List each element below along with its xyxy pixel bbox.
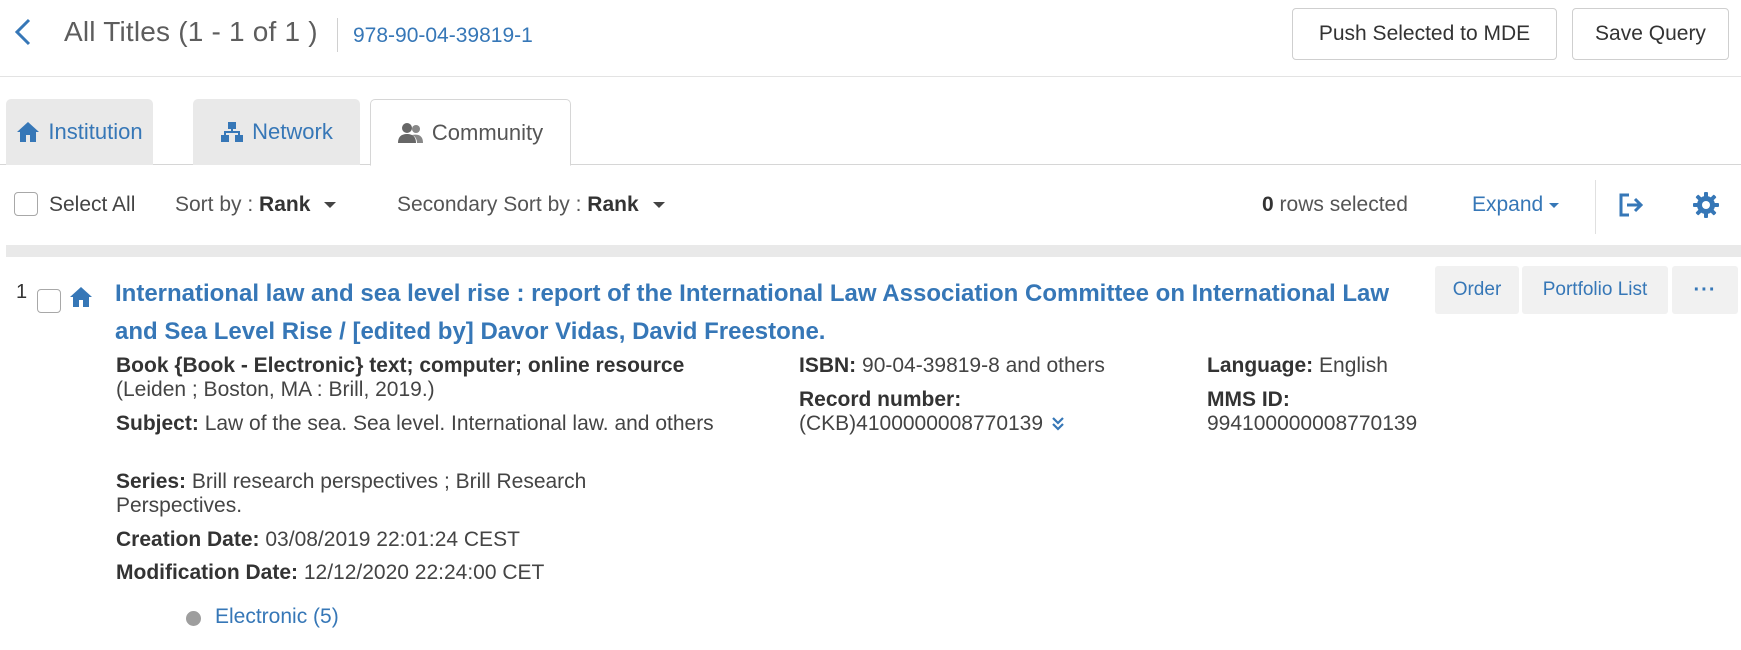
chevron-down-icon	[652, 202, 665, 209]
secondary-sort-label: Secondary Sort by :	[397, 193, 582, 216]
isbn-value: 90-04-39819-8 and others	[862, 354, 1105, 377]
chevron-down-icon	[1549, 202, 1560, 208]
gear-icon[interactable]	[1693, 192, 1719, 218]
record-title-line-2: and Sea Level Rise / [edited by] Davor V…	[115, 318, 826, 345]
record-modification-date: Modification Date: 12/12/2020 22:24:00 C…	[116, 561, 544, 585]
sort-by-dropdown[interactable]: Sort by : Rank	[175, 193, 337, 217]
export-icon[interactable]	[1617, 192, 1645, 218]
record-number-label: Record number:	[799, 388, 962, 411]
record-mms-id: MMS ID: 994100000008770139	[1207, 388, 1417, 436]
modification-label: Modification Date:	[116, 561, 298, 584]
row-checkbox[interactable]	[37, 289, 61, 313]
back-chevron-icon[interactable]	[12, 16, 34, 48]
record-title-line-1: International law and sea level rise : r…	[115, 280, 1390, 307]
more-actions-button[interactable]: ···	[1672, 266, 1738, 314]
scope-tabs: Institution Network Community	[0, 99, 1741, 166]
row-index: 1	[16, 281, 28, 303]
results-separator	[6, 245, 1741, 257]
record-creation-date: Creation Date: 03/08/2019 22:01:24 CEST	[116, 528, 520, 552]
isbn-label: ISBN:	[799, 354, 857, 377]
creation-value: 03/08/2019 22:01:24 CEST	[265, 528, 520, 551]
series-label: Series:	[116, 470, 187, 493]
order-button[interactable]: Order	[1435, 266, 1519, 314]
results-toolbar: Select All Sort by : Rank Secondary Sort…	[0, 165, 1741, 245]
search-term-link[interactable]: 978-90-04-39819-1	[353, 24, 533, 48]
select-all-checkbox[interactable]	[14, 192, 38, 216]
push-selected-button[interactable]: Push Selected to MDE	[1292, 8, 1557, 60]
users-icon	[397, 122, 423, 143]
record-type: Book {Book - Electronic} text; computer;…	[116, 354, 716, 402]
record-series: Series: Brill research perspectives ; Br…	[116, 470, 716, 518]
modification-value: 12/12/2020 22:24:00 CET	[303, 561, 545, 584]
tab-community-label: Community	[431, 119, 544, 145]
network-icon	[221, 122, 244, 142]
sort-by-label: Sort by :	[175, 193, 254, 216]
language-label: Language:	[1207, 354, 1314, 377]
secondary-sort-value: Rank	[587, 193, 639, 216]
record-subject: Subject: Law of the sea. Sea level. Inte…	[116, 412, 716, 436]
home-icon	[70, 287, 92, 307]
record-publication: (Leiden ; Boston, MA : Brill, 2019.)	[116, 378, 435, 401]
record-title-link[interactable]: International law and sea level rise : r…	[115, 275, 1415, 351]
creation-label: Creation Date:	[116, 528, 260, 551]
record-isbn: ISBN: 90-04-39819-8 and others	[799, 354, 1105, 378]
save-query-button[interactable]: Save Query	[1572, 8, 1729, 60]
language-value: English	[1319, 354, 1388, 377]
rows-selected-count: 0	[1262, 193, 1274, 216]
home-icon	[17, 122, 40, 142]
double-chevron-down-icon[interactable]	[1051, 416, 1065, 432]
tab-network-label: Network	[252, 119, 333, 144]
subject-value: Law of the sea. Sea level. International…	[204, 412, 714, 435]
title-divider	[337, 18, 338, 52]
rows-selected-counter: 0 rows selected	[1262, 193, 1408, 217]
record-number-value: (CKB)4100000008770139	[799, 412, 1044, 435]
chevron-down-icon	[324, 202, 337, 209]
record-type-value: Book {Book - Electronic} text; computer;…	[116, 354, 685, 377]
inventory-status-dot	[186, 611, 201, 626]
mms-label: MMS ID:	[1207, 388, 1290, 411]
sort-by-value: Rank	[259, 193, 311, 216]
page-title: All Titles (1 - 1 of 1 )	[64, 16, 318, 47]
subject-label: Subject:	[116, 412, 199, 435]
portfolio-list-button[interactable]: Portfolio List	[1522, 266, 1668, 314]
record-number: Record number: (CKB)4100000008770139	[799, 388, 1065, 436]
toolbar-divider	[1595, 180, 1596, 234]
electronic-inventory-link[interactable]: Electronic (5)	[215, 605, 339, 629]
series-value: Brill research perspectives ; Brill Rese…	[116, 470, 587, 517]
expand-label: Expand	[1472, 193, 1544, 216]
tab-institution[interactable]: Institution	[6, 99, 153, 165]
select-all-label: Select All	[49, 193, 136, 216]
secondary-sort-dropdown[interactable]: Secondary Sort by : Rank	[397, 193, 665, 217]
page-header: All Titles (1 - 1 of 1 ) 978-90-04-39819…	[0, 0, 1741, 77]
mms-value: 994100000008770139	[1207, 412, 1418, 435]
tab-network[interactable]: Network	[193, 99, 360, 165]
tab-institution-label: Institution	[48, 119, 143, 144]
rows-selected-text: rows selected	[1279, 193, 1408, 216]
tab-community[interactable]: Community	[370, 99, 571, 166]
expand-dropdown[interactable]: Expand	[1472, 193, 1560, 217]
record-language: Language: English	[1207, 354, 1388, 378]
